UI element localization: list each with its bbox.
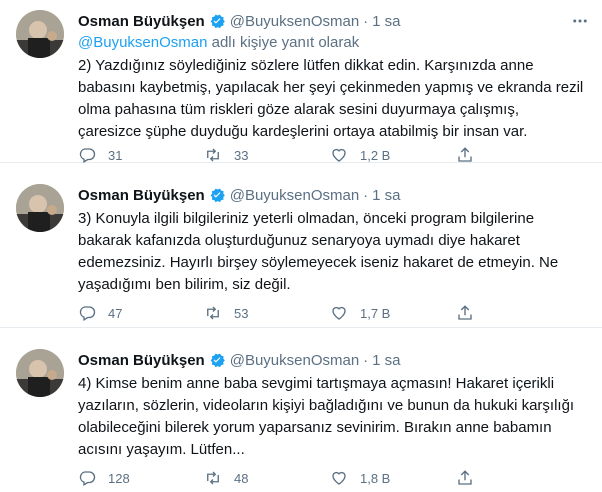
like-button[interactable]: 1,2 B [330,146,456,164]
reply-context: @BuyuksenOsman adlı kişiye yanıt olarak [78,33,586,53]
like-button[interactable]: 1,7 B [330,304,456,322]
avatar[interactable] [16,10,64,58]
separator: · [363,351,369,369]
share-icon [458,147,472,162]
reply-button[interactable]: 47 [78,304,204,322]
reply-button[interactable]: 31 [78,146,204,164]
reply-count: 47 [108,305,123,321]
reply-count: 31 [108,147,123,163]
reply-icon [79,471,96,486]
retweet-icon [207,148,219,162]
author-handle[interactable]: @BuyuksenOsman [230,352,359,369]
separator: · [363,12,369,30]
more-options-icon[interactable] [568,10,592,32]
share-icon [458,305,472,320]
reply-icon [79,148,96,163]
share-button[interactable] [456,469,486,487]
tweet-text: 3) Konuyla ilgili bilgileriniz yeterli o… [78,210,559,293]
avatar[interactable] [16,349,64,397]
share-button[interactable] [456,304,486,322]
retweet-button[interactable]: 33 [204,146,330,164]
tweet[interactable]: Osman Büyükşen @BuyuksenOsman · 1 sa 4) … [0,328,602,492]
author-handle[interactable]: @BuyuksenOsman [230,187,359,204]
author-handle[interactable]: @BuyuksenOsman [230,13,359,30]
tweet[interactable]: Osman Büyükşen @BuyuksenOsman · 1 sa 3) … [0,163,602,328]
tweet-text: 2) Yazdığınız söylediğiniz sözlere lütfe… [78,57,584,140]
separator: · [363,186,369,204]
share-button[interactable] [456,146,486,164]
verified-badge-icon [208,186,226,204]
timestamp[interactable]: 1 sa [372,187,400,204]
verified-badge-icon [208,12,226,30]
tweet[interactable]: Osman Büyükşen @BuyuksenOsman · 1 sa @Bu… [0,0,602,163]
reply-button[interactable]: 128 [78,469,204,487]
reply-icon [79,306,96,321]
tweet-actions: 47 53 1,7 B [78,304,542,322]
avatar[interactable] [16,184,64,232]
share-icon [458,470,472,485]
like-button[interactable]: 1,8 B [330,469,456,487]
like-icon [332,148,346,162]
author-name[interactable]: Osman Büyükşen [78,352,205,369]
retweet-count: 48 [234,470,249,486]
timestamp[interactable]: 1 sa [372,13,400,30]
retweet-icon [207,306,219,320]
retweet-button[interactable]: 53 [204,304,330,322]
tweet-text: 4) Kimse benim anne baba sevgimi tartışm… [78,375,575,458]
timestamp[interactable]: 1 sa [372,352,400,369]
verified-badge-icon [208,351,226,369]
author-name[interactable]: Osman Büyükşen [78,187,205,204]
retweet-count: 33 [234,147,249,163]
like-count: 1,8 B [360,470,391,486]
reply-count: 128 [108,470,130,486]
like-icon [332,471,346,485]
tweet-actions: 31 33 1,2 B [78,146,542,164]
like-icon [332,306,346,320]
author-name[interactable]: Osman Büyükşen [78,13,205,30]
retweet-count: 53 [234,305,249,321]
like-count: 1,2 B [360,147,391,163]
reply-mention-link[interactable]: @BuyuksenOsman [78,34,207,51]
like-count: 1,7 B [360,305,391,321]
tweet-actions: 128 48 1,8 B [78,469,542,487]
retweet-button[interactable]: 48 [204,469,330,487]
reply-context-text: adlı kişiye yanıt olarak [207,34,360,51]
retweet-icon [207,471,219,485]
